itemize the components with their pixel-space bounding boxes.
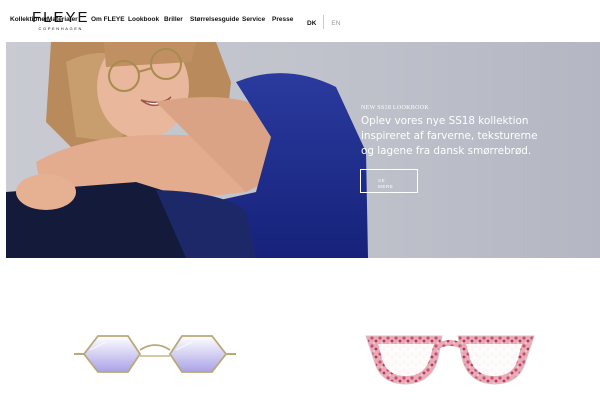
- nav-item-storrelsesguide[interactable]: Størrelsesguide: [190, 16, 242, 23]
- product-card-1[interactable]: [70, 322, 240, 397]
- gold-hexagon-sunglasses-icon: [74, 335, 236, 373]
- brand-tagline: COPENHAGEN: [38, 26, 83, 31]
- nav-item-om-fleye[interactable]: Om FLEYE: [91, 16, 128, 23]
- hero-eyebrow: NEW SS18 LOOKBOOK: [361, 105, 429, 111]
- hero-copy: NEW SS18 LOOKBOOK Oplev vores nye SS18 k…: [361, 105, 581, 159]
- language-dk[interactable]: DK: [307, 20, 316, 27]
- nav-item-presse[interactable]: Presse: [272, 16, 298, 23]
- nav-item-briller[interactable]: Briller: [164, 16, 190, 23]
- hero-headline: Oplev vores nye SS18 kollektion inspirer…: [361, 114, 581, 159]
- brand-logo[interactable]: FLEYE COPENHAGEN: [32, 10, 90, 32]
- language-en[interactable]: EN: [331, 20, 340, 27]
- hero-headline-line-3: og lagene fra dansk smørrebrød.: [361, 145, 532, 157]
- hero-headline-line-2: inspireret af farverne, teksturerne: [361, 130, 538, 142]
- nav-item-lookbook[interactable]: Lookbook: [128, 16, 164, 23]
- language-divider: [323, 15, 325, 29]
- pink-tortoise-cat-eye-glasses-icon: [365, 335, 535, 385]
- see-more-label-line-2: MERE: [378, 184, 394, 189]
- product-card-2[interactable]: [362, 328, 538, 397]
- hero-banner[interactable]: NEW SS18 LOOKBOOK Oplev vores nye SS18 k…: [6, 42, 600, 258]
- language-switcher: DK EN: [307, 15, 340, 30]
- site-header: Kollektioner Materialer Om FLEYE Lookboo…: [0, 0, 600, 42]
- brand-name: FLEYE: [32, 9, 90, 26]
- nav-item-service[interactable]: Service: [242, 16, 272, 23]
- see-more-button[interactable]: SE MERE: [360, 169, 418, 193]
- hero-headline-line-1: Oplev vores nye SS18 kollektion: [361, 115, 529, 127]
